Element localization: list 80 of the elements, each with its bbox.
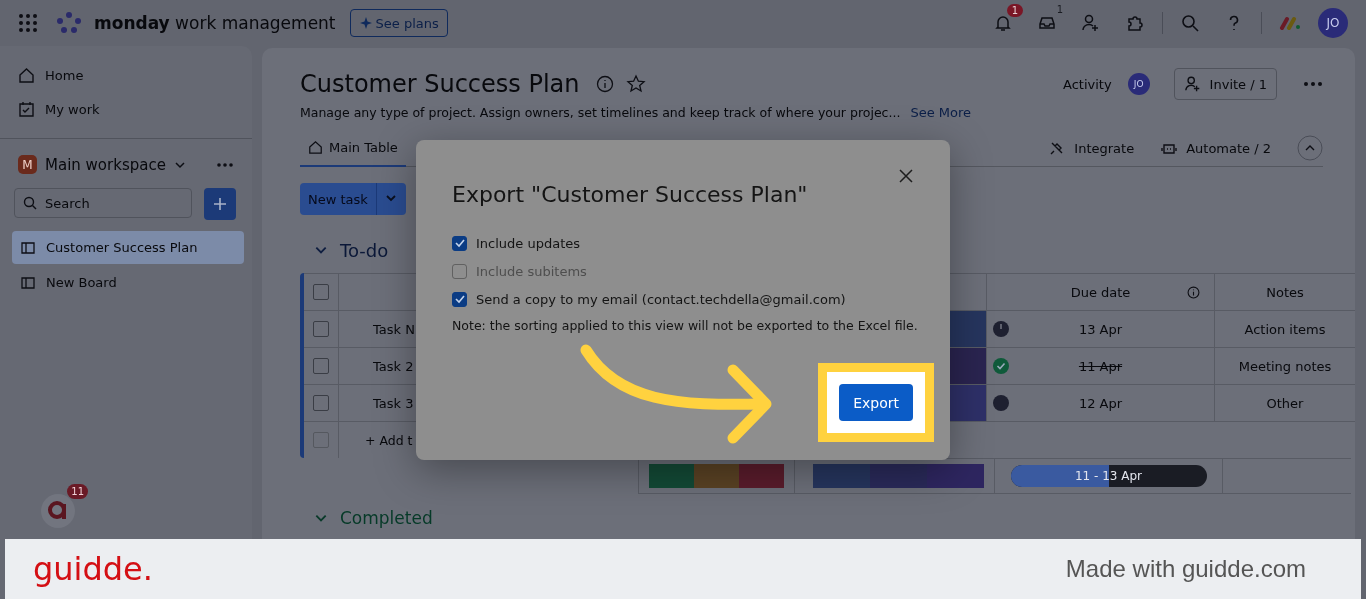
user-avatar[interactable]: JO bbox=[1318, 8, 1348, 38]
notes-cell[interactable]: Meeting notes bbox=[1238, 358, 1332, 374]
home-icon bbox=[308, 139, 323, 155]
puzzle-icon[interactable] bbox=[1125, 13, 1145, 33]
checkbox-label[interactable]: Include updates bbox=[476, 235, 581, 251]
search-icon[interactable] bbox=[1180, 13, 1200, 33]
board-item[interactable]: New Board bbox=[12, 266, 244, 299]
row-checkbox[interactable] bbox=[313, 321, 329, 337]
workspace-icon: M bbox=[18, 155, 37, 174]
clock-icon bbox=[993, 321, 1009, 337]
search-field[interactable]: Search bbox=[14, 188, 192, 218]
notification-badge: 1 bbox=[1006, 4, 1023, 17]
column-header: Due date bbox=[1070, 284, 1131, 300]
check-icon bbox=[453, 237, 466, 249]
dialog-title: Export "Customer Success Plan" bbox=[452, 182, 808, 207]
close-icon[interactable] bbox=[898, 168, 914, 184]
product-logo-icon bbox=[1279, 16, 1301, 30]
task-name[interactable]: Task 2 bbox=[373, 358, 414, 374]
automate-button[interactable]: Automate / 2 bbox=[1160, 139, 1271, 157]
plus-icon bbox=[212, 196, 228, 212]
group-title[interactable]: Completed bbox=[340, 508, 433, 528]
add-button[interactable] bbox=[204, 188, 236, 220]
board-item[interactable]: Customer Success Plan bbox=[12, 231, 244, 264]
footer-logo: guidde. bbox=[33, 550, 153, 588]
more-icon[interactable] bbox=[1303, 81, 1323, 87]
search-icon bbox=[22, 195, 38, 211]
workspace-name[interactable]: Main workspace bbox=[45, 155, 166, 174]
notes-cell[interactable]: Action items bbox=[1244, 321, 1326, 337]
task-name[interactable]: Task 3 bbox=[373, 395, 414, 411]
board-icon bbox=[20, 239, 36, 256]
new-task-button[interactable]: New task bbox=[300, 183, 376, 215]
integrate-button[interactable]: Integrate bbox=[1048, 139, 1135, 157]
row-checkbox[interactable] bbox=[313, 284, 329, 300]
row-checkbox[interactable] bbox=[313, 395, 329, 411]
assistant-badge: 11 bbox=[67, 484, 88, 499]
export-button[interactable]: Export bbox=[839, 384, 913, 421]
apps-grid-icon[interactable] bbox=[18, 13, 38, 33]
add-person-icon bbox=[1183, 75, 1202, 93]
sidebar-item[interactable]: My work bbox=[12, 92, 240, 126]
due-date[interactable]: 13 Apr bbox=[1078, 321, 1123, 337]
notes-cell[interactable]: Other bbox=[1266, 395, 1304, 411]
see-plans-button[interactable]: See plans bbox=[349, 9, 448, 37]
inbox-count: 1 bbox=[1055, 3, 1064, 16]
home-icon bbox=[18, 66, 35, 84]
see-more-link[interactable]: See More bbox=[910, 104, 971, 120]
logo-icon bbox=[54, 11, 84, 35]
add-item-link[interactable]: + Add t bbox=[365, 432, 413, 448]
column-header: Notes bbox=[1266, 284, 1304, 300]
check-circle-icon bbox=[993, 358, 1009, 374]
bell-icon[interactable] bbox=[993, 13, 1013, 33]
checkbox[interactable] bbox=[452, 235, 467, 251]
board-icon bbox=[20, 274, 36, 291]
activity-link[interactable]: Activity bbox=[1063, 76, 1112, 92]
due-date[interactable]: 12 Apr bbox=[1078, 395, 1123, 411]
row-checkbox[interactable] bbox=[313, 358, 329, 374]
sidebar-item[interactable]: Home bbox=[12, 58, 240, 92]
user-avatar: JO bbox=[1127, 73, 1150, 95]
checkbox-label[interactable]: Send a copy to my email (contact.techdella@gmail.com) bbox=[476, 291, 846, 307]
row-checkbox[interactable] bbox=[313, 432, 329, 448]
star-icon[interactable] bbox=[625, 74, 646, 94]
info-icon[interactable] bbox=[1187, 285, 1200, 299]
info-icon[interactable] bbox=[595, 75, 614, 93]
dropdown-button[interactable] bbox=[375, 183, 406, 215]
group-title[interactable]: To-do bbox=[340, 239, 389, 261]
board-description: Manage any type of project. Assign owners, set timelines and keep track of where your projec... bbox=[300, 104, 901, 120]
add-person-icon[interactable] bbox=[1081, 13, 1101, 33]
view-tab[interactable]: Main Table bbox=[300, 129, 406, 167]
chevron-up-icon[interactable] bbox=[1297, 135, 1323, 161]
footer-text: Made with guidde.com bbox=[1065, 555, 1306, 583]
brand-name: monday work management bbox=[94, 13, 336, 33]
assistant-icon[interactable] bbox=[40, 493, 76, 529]
checkbox[interactable] bbox=[452, 291, 467, 307]
status-dot-icon bbox=[993, 395, 1009, 411]
task-name[interactable]: Task N bbox=[373, 321, 415, 337]
invite-button[interactable]: Invite / 1 bbox=[1173, 68, 1277, 100]
calendar-check-icon bbox=[18, 100, 35, 118]
more-icon[interactable] bbox=[216, 161, 234, 168]
due-date[interactable]: 11 Apr bbox=[1078, 358, 1123, 374]
board-title: Customer Success Plan bbox=[300, 70, 580, 98]
check-icon bbox=[453, 293, 466, 305]
